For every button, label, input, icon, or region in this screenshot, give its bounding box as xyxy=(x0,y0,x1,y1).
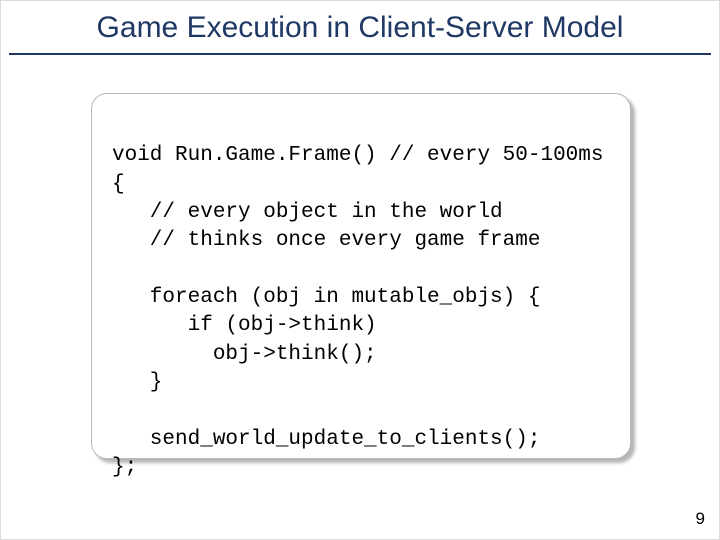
code-line-6: foreach (obj in mutable_objs) { xyxy=(112,286,540,309)
code-line-2: { xyxy=(112,173,125,196)
code-lines: void Run.Game.Frame() // every 50-100ms … xyxy=(112,142,610,482)
code-line-8: obj->think(); xyxy=(112,343,377,366)
code-line-12: }; xyxy=(112,456,137,479)
code-line-1: void Run.Game.Frame() // every 50-100ms xyxy=(112,144,603,167)
code-line-3: // every object in the world xyxy=(112,201,503,224)
code-line-11: send_world_update_to_clients(); xyxy=(112,428,540,451)
slide-title: Game Execution in Client-Server Model xyxy=(97,11,624,44)
code-line-4: // thinks once every game frame xyxy=(112,229,540,252)
code-box: void Run.Game.Frame() // every 50-100ms … xyxy=(91,93,631,459)
title-bar: Game Execution in Client-Server Model xyxy=(9,7,711,55)
code-line-7: if (obj->think) xyxy=(112,314,377,337)
page-number: 9 xyxy=(696,509,705,529)
slide: Game Execution in Client-Server Model vo… xyxy=(0,0,720,540)
code-line-9: } xyxy=(112,371,162,394)
